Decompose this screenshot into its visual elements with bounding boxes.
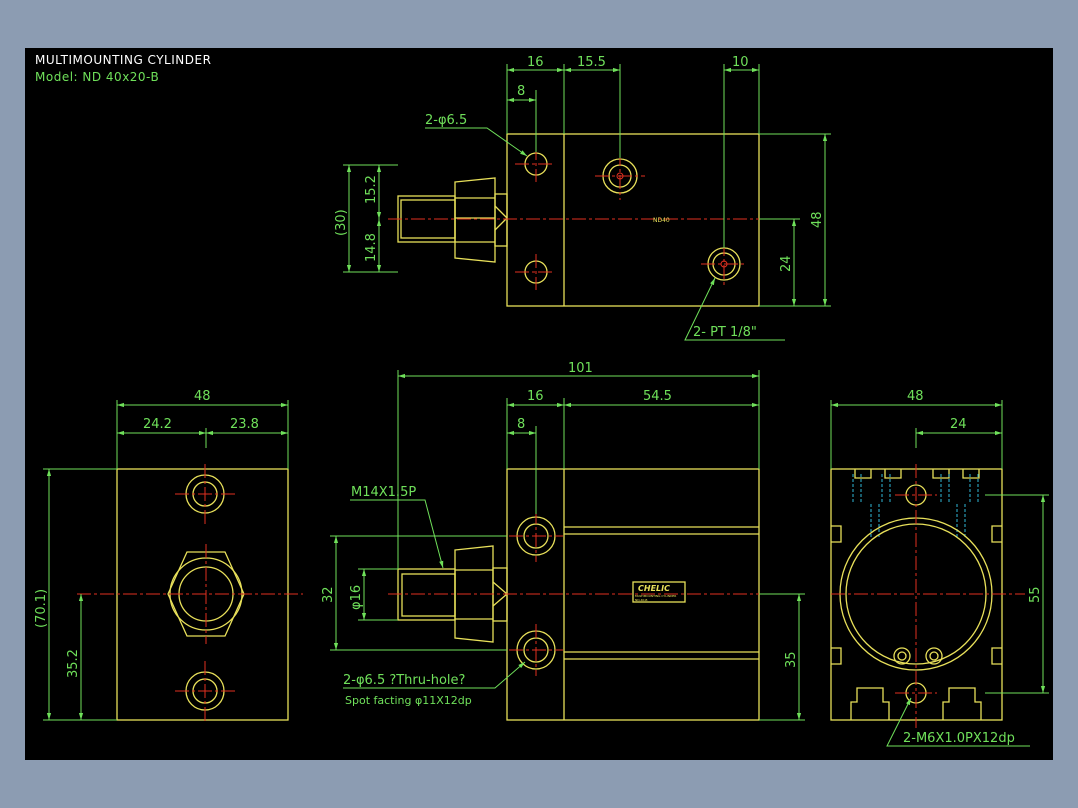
left-dim-70-1: (70.1)	[34, 589, 49, 628]
cad-drawing: ND40 16 15.5 10 8 (30) 15.2 14.8 48 24 2…	[34, 55, 1049, 747]
front-dim-16-dia: φ16	[349, 585, 364, 610]
top-rod-nut	[454, 177, 496, 263]
front-dim-35: 35	[784, 651, 799, 668]
right-dim-24: 24	[950, 417, 967, 432]
top-dim-8: 8	[517, 84, 525, 99]
left-dim-24-2: 24.2	[143, 417, 172, 432]
front-dim-16: 16	[527, 389, 544, 404]
top-dim-10: 10	[732, 55, 749, 70]
front-dim-8: 8	[517, 417, 525, 432]
right-callout-taps: 2-M6X1.0PX12dp	[903, 731, 1015, 746]
right-dim-55: 55	[1028, 586, 1043, 603]
top-callout-holes: 2-φ6.5	[425, 113, 467, 128]
top-callout-ports: 2- PT 1/8"	[693, 325, 757, 340]
left-dim-23-8: 23.8	[230, 417, 259, 432]
left-view: 48 24.2 23.8 (70.1) 35.2	[34, 389, 303, 721]
top-dim-24: 24	[779, 255, 794, 272]
top-view: ND40 16 15.5 10 8 (30) 15.2 14.8 48 24 2…	[334, 55, 831, 341]
left-dim-35-2: 35.2	[66, 649, 81, 678]
top-dim-30: (30)	[334, 209, 349, 236]
right-t-slot-left	[850, 687, 890, 720]
front-callout-thread: M14X1.5P	[351, 485, 416, 500]
front-dim-32: 32	[321, 586, 336, 603]
right-dim-48: 48	[907, 389, 924, 404]
right-t-slot-right	[942, 687, 982, 720]
top-dim-15-5: 15.5	[577, 55, 606, 70]
front-brand-model: ND-40-B	[635, 598, 648, 602]
front-callout-holes: 2-φ6.5 ?Thru-hole?	[343, 673, 465, 688]
front-brand-name: CHELIC	[638, 584, 670, 593]
top-dim-48: 48	[810, 211, 825, 228]
front-dim-54-5: 54.5	[643, 389, 672, 404]
left-dim-48: 48	[194, 389, 211, 404]
front-callout-spotface: Spot facting φ11X12dp	[345, 694, 472, 707]
top-dim-16: 16	[527, 55, 544, 70]
right-view: 48 24 55 2-M6X1.0PX12dp	[830, 389, 1049, 747]
top-dim-14-8: 14.8	[364, 233, 379, 262]
top-dim-15-2: 15.2	[364, 175, 379, 204]
front-dim-101: 101	[568, 361, 593, 376]
drawing-canvas: MULTIMOUNTING CYLINDER Model: ND 40x20-B	[25, 48, 1053, 760]
top-center-mark: ND40	[653, 217, 670, 224]
front-view: CHELIC MULTIMOUNTING CYLINDER ND-40-B 10…	[321, 361, 805, 721]
